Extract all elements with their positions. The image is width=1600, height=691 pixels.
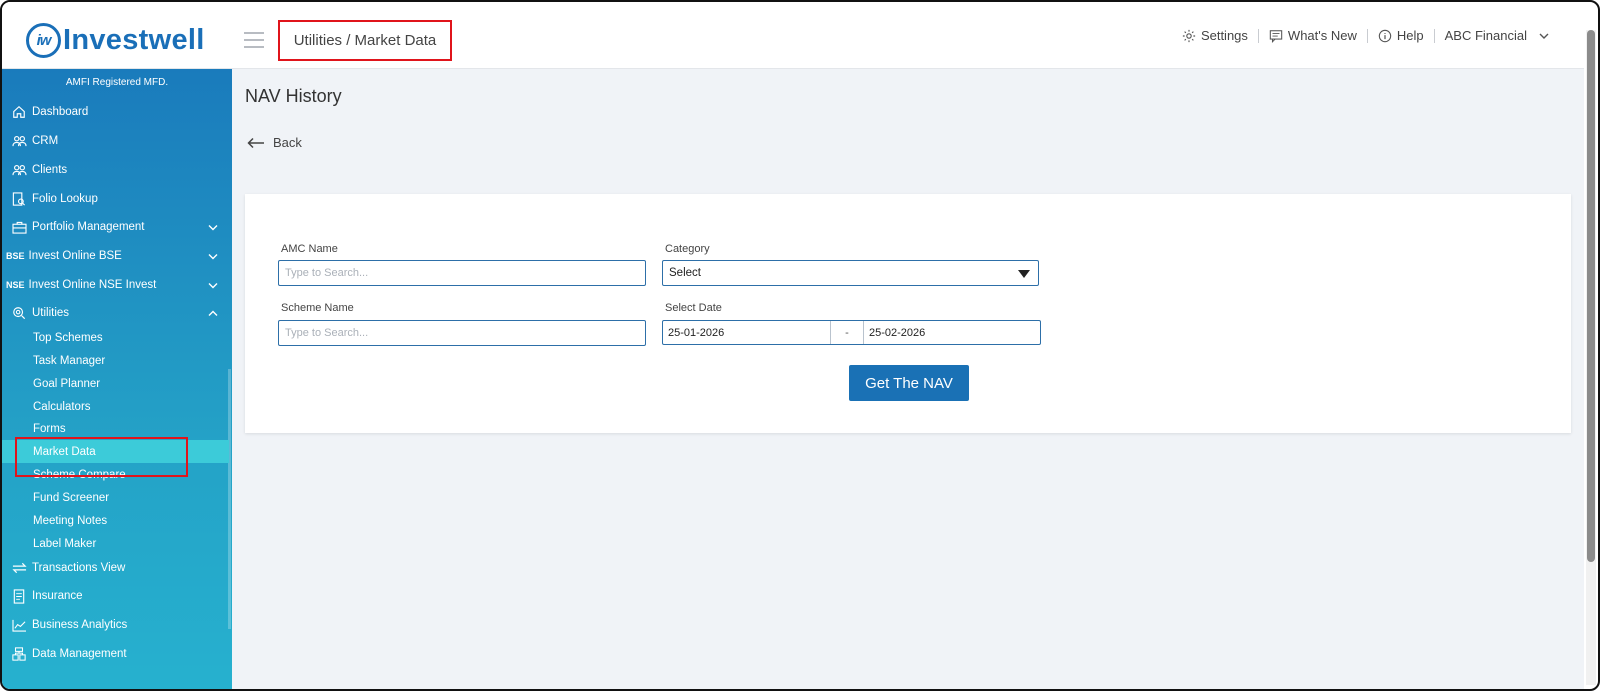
help-label: Help <box>1396 28 1424 43</box>
chevron-down-icon <box>208 224 218 230</box>
scheme-name-label: Scheme Name <box>281 302 354 314</box>
back-label: Back <box>273 135 302 150</box>
caret-down-icon <box>1018 270 1030 278</box>
sidebar-item-data-management[interactable]: Data Management <box>2 642 232 666</box>
transfer-icon <box>10 559 28 577</box>
sidebar-item-portfolio-management[interactable]: Portfolio Management <box>2 215 232 239</box>
arrow-left-icon <box>247 137 264 148</box>
app-window: iw Investwell Utilities / Market Data Se… <box>0 0 1600 691</box>
sidebar-item-label: Invest Online BSE <box>28 250 122 262</box>
select-date-label: Select Date <box>665 302 722 314</box>
message-icon <box>1269 29 1283 43</box>
divider <box>1257 28 1259 43</box>
sidebar-item-label: Insurance <box>32 590 83 602</box>
submenu-item-task-manager[interactable]: Task Manager <box>2 349 229 372</box>
chevron-down-icon <box>1539 33 1549 39</box>
date-to-input[interactable]: 25-02-2026 <box>864 321 1040 344</box>
sidebar-item-label: Clients <box>32 164 68 176</box>
submenu-item-fund-screener[interactable]: Fund Screener <box>2 486 229 509</box>
sidebar-item-folio-lookup[interactable]: Folio Lookup <box>2 187 232 211</box>
sidebar-item-label: Utilities <box>32 307 70 319</box>
brand-logo[interactable]: iw Investwell <box>26 23 205 58</box>
vertical-scrollbar[interactable] <box>1586 30 1596 685</box>
users-icon <box>10 132 28 150</box>
logo-text: Investwell <box>63 24 205 56</box>
utilities-icon <box>10 304 28 322</box>
sidebar-item-label: Invest Online NSE Invest <box>28 279 157 291</box>
category-label: Category <box>665 243 710 255</box>
submenu-item-goal-planner[interactable]: Goal Planner <box>2 372 229 395</box>
chevron-up-icon <box>208 310 218 316</box>
nse-icon: NSE <box>6 280 25 290</box>
scrollbar-thumb[interactable] <box>1587 30 1595 562</box>
menu-toggle-icon[interactable] <box>244 32 264 48</box>
sidebar-item-insurance[interactable]: Insurance <box>2 584 232 608</box>
nav-history-form: AMC Name Category Select Scheme Name Sel… <box>245 194 1571 433</box>
chart-icon <box>10 616 28 634</box>
sidebar-item-invest-online-nse[interactable]: NSE Invest Online NSE Invest <box>2 273 232 297</box>
submenu-item-market-data[interactable]: Market Data <box>2 440 229 463</box>
sidebar-item-invest-online-bse[interactable]: BSE Invest Online BSE <box>2 244 232 268</box>
sidebar-item-crm[interactable]: CRM <box>2 129 232 153</box>
main-content: NAV History Back AMC Name Category Selec… <box>232 69 1584 689</box>
submenu-item-top-schemes[interactable]: Top Schemes <box>2 326 229 349</box>
settings-label: Settings <box>1200 28 1248 43</box>
amc-name-input[interactable] <box>278 260 646 286</box>
settings-link[interactable]: Settings <box>1182 28 1248 43</box>
sidebar-item-label: Transactions View <box>32 562 126 574</box>
sidebar-item-utilities[interactable]: Utilities <box>2 301 232 325</box>
submenu-item-meeting-notes[interactable]: Meeting Notes <box>2 509 229 532</box>
amc-name-label: AMC Name <box>281 243 338 255</box>
submenu-item-label-maker[interactable]: Label Maker <box>2 532 229 555</box>
chevron-down-icon <box>208 253 218 259</box>
submenu-item-scheme-compare[interactable]: Scheme Compare <box>2 463 229 486</box>
account-name: ABC Financial <box>1444 28 1527 43</box>
amfi-label: AMFI Registered MFD. <box>65 77 169 88</box>
sidebar-item-transactions-view[interactable]: Transactions View <box>2 556 232 580</box>
category-select[interactable]: Select <box>662 260 1039 286</box>
bse-icon: BSE <box>6 251 25 261</box>
sidebar-item-label: Business Analytics <box>32 619 128 631</box>
sidebar-item-label: Folio Lookup <box>32 193 98 205</box>
submenu-item-calculators[interactable]: Calculators <box>2 395 229 418</box>
logo-mark: iw <box>26 23 61 58</box>
sidebar-item-label: CRM <box>32 135 59 147</box>
top-header: iw Investwell Utilities / Market Data Se… <box>2 2 1584 69</box>
briefcase-icon <box>10 218 28 236</box>
category-value: Select <box>669 267 701 279</box>
breadcrumb: Utilities / Market Data <box>293 32 437 49</box>
document-icon <box>10 587 28 605</box>
date-from-input[interactable]: 25-01-2026 <box>663 321 830 344</box>
whats-new-link[interactable]: What's New <box>1269 28 1357 43</box>
page-title: NAV History <box>245 86 342 106</box>
chevron-down-icon <box>208 282 218 288</box>
header-actions: Settings What's New Help ABC Financial <box>1182 28 1554 43</box>
back-button[interactable]: Back <box>247 135 302 150</box>
sidebar-item-dashboard[interactable]: Dashboard <box>2 100 232 124</box>
breadcrumb-highlight: Utilities / Market Data <box>278 20 452 61</box>
scheme-name-input[interactable] <box>278 320 646 346</box>
users-icon <box>10 161 28 179</box>
sidebar-item-label: Data Management <box>32 648 127 660</box>
divider <box>1366 28 1368 43</box>
sidebar-item-label: Portfolio Management <box>32 221 145 233</box>
help-link[interactable]: Help <box>1378 28 1424 43</box>
submenu-item-forms[interactable]: Forms <box>2 417 229 440</box>
info-icon <box>1378 29 1392 42</box>
divider <box>1433 28 1435 43</box>
date-separator: - <box>830 321 864 344</box>
database-icon <box>10 645 28 663</box>
get-nav-button[interactable]: Get The NAV <box>849 365 969 401</box>
home-icon <box>10 103 28 121</box>
date-range-picker: 25-01-2026 - 25-02-2026 <box>662 320 1041 345</box>
sidebar-item-label: Dashboard <box>32 106 89 118</box>
sidebar-item-clients[interactable]: Clients <box>2 158 232 182</box>
sidebar-item-business-analytics[interactable]: Business Analytics <box>2 613 232 637</box>
sidebar: AMFI Registered MFD. Dashboard CRM Clien… <box>2 69 232 689</box>
whats-new-label: What's New <box>1287 28 1357 43</box>
gear-icon <box>1182 29 1196 42</box>
account-menu[interactable]: ABC Financial <box>1445 28 1554 43</box>
folio-icon <box>10 190 28 208</box>
